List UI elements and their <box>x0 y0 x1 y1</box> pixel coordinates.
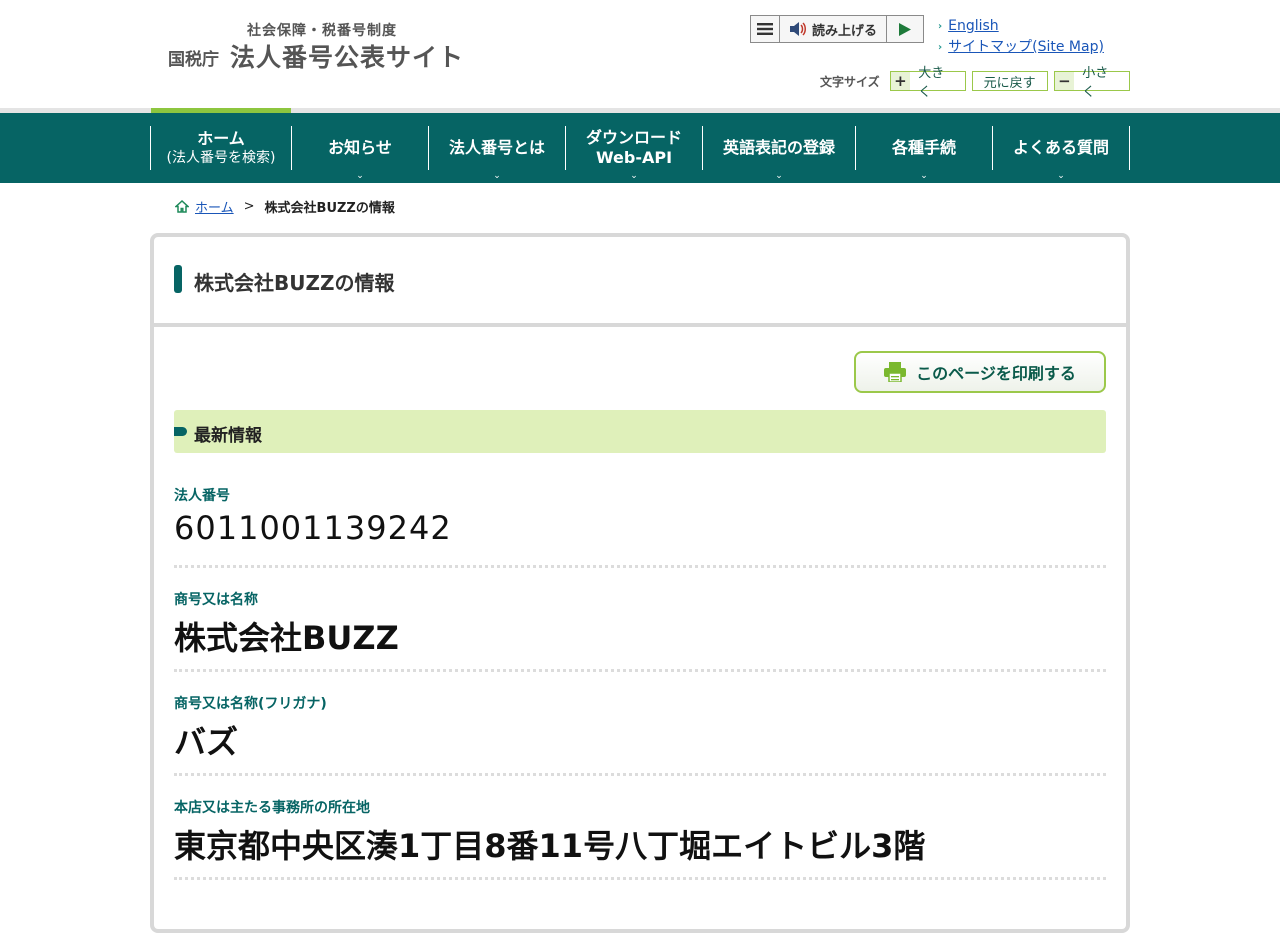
chevron-down-icon: ⌄ <box>493 171 501 181</box>
corporate-info-panel: 株式会社BUZZの情報 このページを印刷する 最新情報 法人番号 6011001… <box>150 233 1130 933</box>
font-smaller-label: 小さく <box>1082 66 1109 100</box>
font-size-control: 文字サイズ + 大きく 元に戻す − 小さく <box>820 66 1136 100</box>
chevron-right-icon: › <box>938 21 943 32</box>
home-icon <box>175 200 189 213</box>
breadcrumb-separator: > <box>243 199 255 214</box>
global-nav: ホーム (法人番号を検索) お知らせ ⌄ 法人番号とは ⌄ ダウンロード Web… <box>0 113 1280 183</box>
field-trade-name: 商号又は名称 株式会社BUZZ <box>174 589 1106 659</box>
font-larger-button[interactable]: + 大きく <box>889 66 966 100</box>
nav-item-download[interactable]: ダウンロード Web-API ⌄ <box>566 126 703 181</box>
field-address: 本店又は主たる事務所の所在地 東京都中央区湊1丁目8番11号八丁堀エイトビル3階 <box>174 797 1106 867</box>
nav-item-about[interactable]: 法人番号とは ⌄ <box>429 126 566 181</box>
chevron-right-icon: › <box>938 42 943 53</box>
nav-item-sublabel: Web-API <box>595 148 673 167</box>
logo-agency: 国税庁 <box>168 50 219 70</box>
field-divider <box>174 773 1106 776</box>
play-button[interactable] <box>887 16 923 42</box>
utility-links: › English › サイトマップ(Site Map) <box>938 16 1104 58</box>
nav-item-home[interactable]: ホーム (法人番号を検索) <box>151 126 292 170</box>
site-logo[interactable]: 社会保障・税番号制度 国税庁 法人番号公表サイト <box>167 18 477 78</box>
nav-item-english-registration[interactable]: 英語表記の登録 ⌄ <box>703 126 856 181</box>
nav-item-label: ダウンロード <box>585 128 682 147</box>
site-header: 社会保障・税番号制度 国税庁 法人番号公表サイト 読み上げる › English… <box>0 0 1280 108</box>
field-value: バズ <box>174 723 239 761</box>
english-link[interactable]: English <box>948 16 999 37</box>
font-reset-label: 元に戻す <box>983 75 1036 91</box>
plus-icon: + <box>890 72 911 90</box>
print-page-button[interactable]: このページを印刷する <box>854 351 1106 393</box>
chevron-down-icon: ⌄ <box>1057 171 1065 181</box>
font-larger-label: 大きく <box>918 66 945 100</box>
field-value: 東京都中央区湊1丁目8番11号八丁堀エイトビル3階 <box>174 827 926 865</box>
field-divider <box>174 877 1106 880</box>
chevron-down-icon: ⌄ <box>920 171 928 181</box>
field-value: 6011001139242 <box>174 509 452 547</box>
sitemap-link-row: › サイトマップ(Site Map) <box>938 37 1104 58</box>
section-marker <box>174 427 187 436</box>
nav-item-label: お知らせ <box>328 138 392 157</box>
chevron-down-icon: ⌄ <box>356 171 364 181</box>
field-corporate-number: 法人番号 6011001139242 <box>174 485 1106 547</box>
nav-item-label: 英語表記の登録 <box>722 138 835 157</box>
font-reset-button[interactable]: 元に戻す <box>971 71 1048 91</box>
sitemap-link[interactable]: サイトマップ(Site Map) <box>948 37 1104 58</box>
panel-header: 株式会社BUZZの情報 <box>154 237 1126 327</box>
field-label: 商号又は名称 <box>174 592 258 608</box>
nav-item-label: 法人番号とは <box>448 138 545 157</box>
chevron-down-icon: ⌄ <box>630 171 638 181</box>
print-button-label: このページを印刷する <box>916 364 1076 383</box>
nav-item-label: 各種手続 <box>891 138 956 157</box>
breadcrumb: ホーム > 株式会社BUZZの情報 <box>175 197 395 216</box>
read-aloud-toolbar: 読み上げる <box>750 15 924 43</box>
minus-icon: − <box>1054 72 1075 90</box>
reader-menu-button[interactable] <box>751 16 780 42</box>
global-nav-list: ホーム (法人番号を検索) お知らせ ⌄ 法人番号とは ⌄ ダウンロード Web… <box>150 126 1130 181</box>
field-label: 商号又は名称(フリガナ) <box>174 696 327 712</box>
printer-icon <box>884 362 907 382</box>
field-divider <box>174 669 1106 672</box>
nav-item-news[interactable]: お知らせ ⌄ <box>292 126 429 181</box>
nav-item-sublabel: (法人番号を検索) <box>166 150 276 166</box>
nav-item-label: ホーム <box>197 129 245 148</box>
field-value: 株式会社BUZZ <box>174 619 399 657</box>
latest-info-header: 最新情報 <box>174 410 1106 453</box>
english-link-row: › English <box>938 16 1104 37</box>
logo-subtitle: 社会保障・税番号制度 <box>247 23 397 39</box>
breadcrumb-home-link[interactable]: ホーム <box>195 197 234 216</box>
play-icon <box>899 22 911 36</box>
chevron-down-icon: ⌄ <box>775 171 783 181</box>
breadcrumb-current: 株式会社BUZZの情報 <box>264 201 395 216</box>
nav-item-label: よくある質問 <box>1012 138 1109 157</box>
field-label: 法人番号 <box>174 488 230 504</box>
nav-item-faq[interactable]: よくある質問 ⌄ <box>993 126 1130 181</box>
field-trade-name-kana: 商号又は名称(フリガナ) バズ <box>174 693 1106 763</box>
speaker-icon <box>789 22 806 36</box>
title-accent-bar <box>174 265 182 293</box>
font-smaller-button[interactable]: − 小さく <box>1053 66 1130 100</box>
field-label: 本店又は主たる事務所の所在地 <box>174 800 370 816</box>
font-size-label: 文字サイズ <box>820 74 880 89</box>
page-title: 株式会社BUZZの情報 <box>194 271 395 295</box>
hamburger-icon <box>757 23 773 35</box>
field-divider <box>174 565 1106 568</box>
logo-name: 法人番号公表サイト <box>230 43 465 72</box>
read-aloud-button[interactable]: 読み上げる <box>780 16 887 42</box>
section-title: 最新情報 <box>194 426 262 446</box>
read-aloud-label: 読み上げる <box>811 23 877 39</box>
nav-item-procedures[interactable]: 各種手続 ⌄ <box>856 126 993 181</box>
